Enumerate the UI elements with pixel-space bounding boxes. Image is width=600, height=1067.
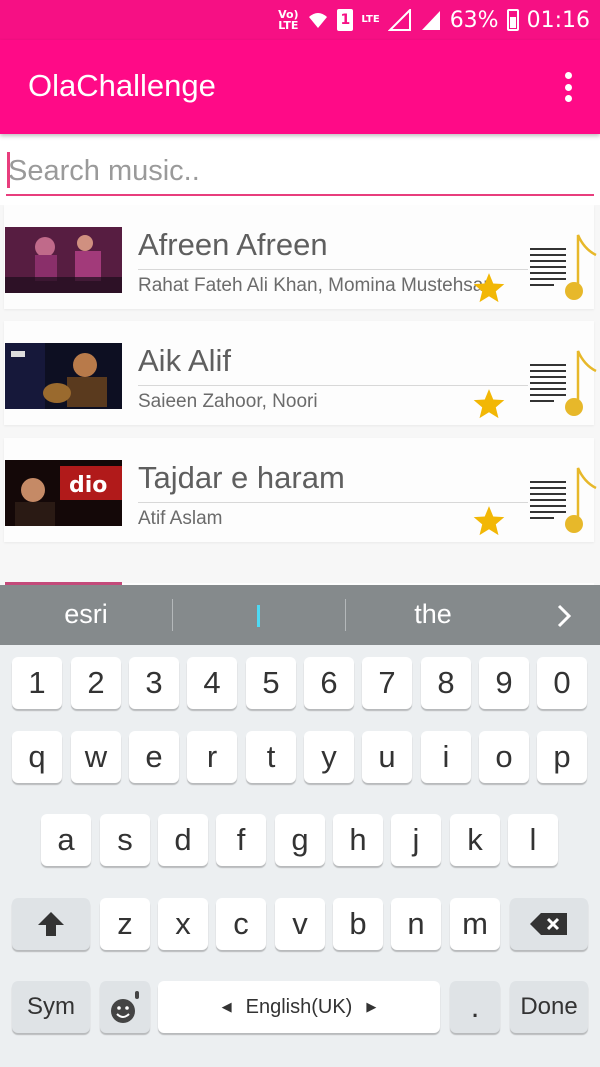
volte-indicator: Vo) LTE <box>278 8 299 32</box>
key-l[interactable]: l <box>508 814 558 866</box>
text-cursor <box>7 152 10 188</box>
sim-icon: 1 <box>337 9 354 31</box>
key-r[interactable]: r <box>187 731 237 783</box>
song-card[interactable]: Afreen Afreen Rahat Fateh Ali Khan, Momi… <box>4 205 597 309</box>
playlist-icon[interactable] <box>522 464 598 534</box>
song-artist: Saieen Zahoor, Noori <box>138 391 318 412</box>
key-i[interactable]: i <box>421 731 471 783</box>
song-title: Tajdar e haram <box>138 460 345 495</box>
song-thumbnail <box>5 227 122 293</box>
key-u[interactable]: u <box>362 731 412 783</box>
app-bar: OlaChallenge <box>0 40 600 134</box>
song-artist: Atif Aslam <box>138 508 223 529</box>
suggestion-divider <box>172 599 173 631</box>
backspace-key[interactable] <box>510 898 588 950</box>
key-o[interactable]: o <box>479 731 529 783</box>
suggestion-divider <box>345 599 346 631</box>
divider <box>138 269 528 270</box>
key-4[interactable]: 4 <box>187 657 237 709</box>
star-icon[interactable] <box>472 271 506 305</box>
star-icon[interactable] <box>472 504 506 538</box>
sym-key[interactable]: Sym <box>12 981 90 1033</box>
divider <box>138 502 528 503</box>
language-next-icon: ▶ <box>366 999 377 1014</box>
key-n[interactable]: n <box>391 898 441 950</box>
key-j[interactable]: j <box>391 814 441 866</box>
key-9[interactable]: 9 <box>479 657 529 709</box>
battery-percent: 63% <box>449 7 499 33</box>
key-2[interactable]: 2 <box>71 657 121 709</box>
key-5[interactable]: 5 <box>246 657 296 709</box>
divider <box>138 385 528 386</box>
status-icons: Vo) LTE 1 LTE 63% 01:16 <box>277 0 590 40</box>
wifi-icon <box>309 13 328 28</box>
suggestion-3[interactable]: the <box>347 599 519 630</box>
key-p[interactable]: p <box>537 731 587 783</box>
key-3[interactable]: 3 <box>129 657 179 709</box>
done-key[interactable]: Done <box>510 981 588 1033</box>
key-b[interactable]: b <box>333 898 383 950</box>
key-a[interactable]: a <box>41 814 91 866</box>
svg-text:dio: dio <box>69 473 107 498</box>
status-bar: Vo) LTE 1 LTE 63% 01:16 <box>0 0 600 40</box>
key-f[interactable]: f <box>216 814 266 866</box>
key-x[interactable]: x <box>158 898 208 950</box>
signal-icon <box>387 9 411 31</box>
key-8[interactable]: 8 <box>421 657 471 709</box>
key-c[interactable]: c <box>216 898 266 950</box>
song-thumbnail: dio <box>5 460 122 526</box>
search-input[interactable] <box>6 148 594 196</box>
song-thumbnail <box>5 343 122 409</box>
key-h[interactable]: h <box>333 814 383 866</box>
song-artist: Rahat Fateh Ali Khan, Momina Mustehsan <box>138 275 494 296</box>
key-q[interactable]: q <box>12 731 62 783</box>
emoji-icon <box>111 991 139 1023</box>
language-prev-icon: ◀ <box>221 999 232 1014</box>
key-z[interactable]: z <box>100 898 150 950</box>
key-7[interactable]: 7 <box>362 657 412 709</box>
key-1[interactable]: 1 <box>12 657 62 709</box>
key-0[interactable]: 0 <box>537 657 587 709</box>
key-d[interactable]: d <box>158 814 208 866</box>
suggestion-2[interactable] <box>257 605 260 627</box>
key-w[interactable]: w <box>71 731 121 783</box>
star-icon[interactable] <box>472 387 506 421</box>
period-key[interactable]: . <box>450 981 500 1033</box>
key-v[interactable]: v <box>275 898 325 950</box>
song-list[interactable]: Afreen Afreen Rahat Fateh Ali Khan, Momi… <box>0 205 600 585</box>
space-key[interactable]: ◀ English(UK) ▶ <box>158 981 440 1033</box>
key-6[interactable]: 6 <box>304 657 354 709</box>
key-g[interactable]: g <box>275 814 325 866</box>
key-y[interactable]: y <box>304 731 354 783</box>
key-m[interactable]: m <box>450 898 500 950</box>
song-card[interactable]: Aik Alif Saieen Zahoor, Noori <box>4 321 597 425</box>
key-s[interactable]: s <box>100 814 150 866</box>
lte-indicator: LTE <box>361 14 380 25</box>
suggestion-1[interactable]: esri <box>0 599 172 630</box>
song-card[interactable]: dio Tajdar e haram Atif Aslam <box>4 438 597 542</box>
clock: 01:16 <box>526 7 590 33</box>
playlist-icon[interactable] <box>522 231 598 301</box>
more-vert-icon[interactable] <box>562 72 574 102</box>
soft-keyboard: esri the 1 2 3 4 5 6 7 8 9 0 q w e r t y… <box>0 585 600 1067</box>
battery-icon <box>506 9 519 31</box>
chevron-right-icon[interactable] <box>554 603 574 629</box>
shift-icon <box>38 912 64 936</box>
key-t[interactable]: t <box>246 731 296 783</box>
playlist-icon[interactable] <box>522 347 598 417</box>
emoji-key[interactable] <box>100 981 150 1033</box>
search-bar <box>6 148 594 198</box>
signal-icon-2 <box>421 11 440 30</box>
song-title: Aik Alif <box>138 343 232 378</box>
app-title: OlaChallenge <box>28 68 216 103</box>
key-e[interactable]: e <box>129 731 179 783</box>
song-title: Afreen Afreen <box>138 227 328 262</box>
suggestion-bar: esri the <box>0 585 600 645</box>
space-language-label: English(UK) <box>245 995 353 1018</box>
key-k[interactable]: k <box>450 814 500 866</box>
shift-key[interactable] <box>12 898 90 950</box>
backspace-icon <box>530 913 567 935</box>
